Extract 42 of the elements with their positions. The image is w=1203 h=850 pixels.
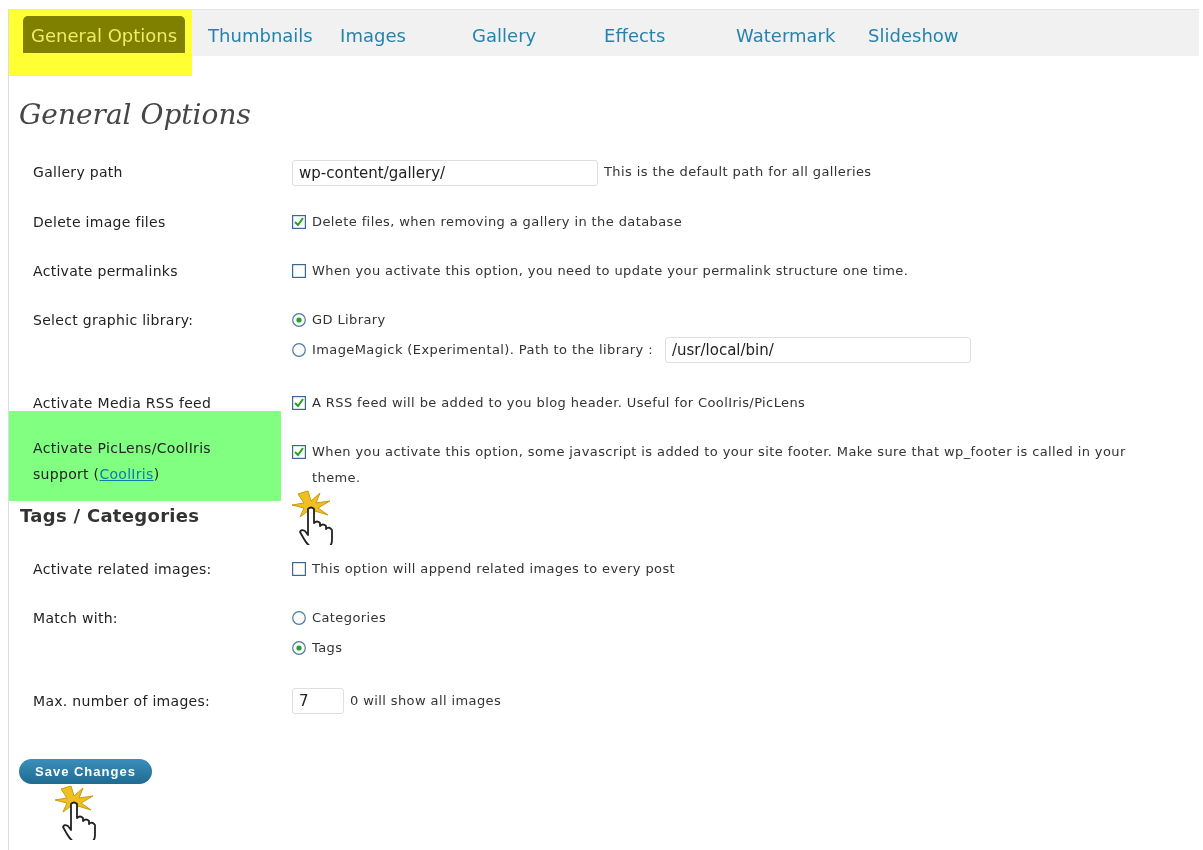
tab[interactable]: Images: [332, 16, 461, 53]
help-text: This is the default path for all galleries: [604, 164, 872, 179]
radio-label: GD Library: [312, 310, 386, 329]
field-label: Match with:: [33, 609, 118, 626]
field-label: Activate related images:: [33, 560, 212, 577]
checkbox-label: When you activate this option, you need to update your permalink structure one time.: [312, 261, 909, 280]
number-field[interactable]: 7: [292, 688, 344, 714]
checkbox-label: Delete files, when removing a gallery in the database: [312, 212, 683, 231]
radio-label: Categories: [312, 608, 387, 627]
checkbox-label: When you activate this option, some javascript is added to your site footer. Make sure that wp_footer is called in your theme.: [312, 442, 1127, 487]
tab[interactable]: Effects: [596, 16, 725, 53]
field-label: Activate PicLens/CoolIris support (CoolIris): [33, 439, 211, 482]
radio-button[interactable]: [292, 610, 306, 625]
field-label: Max. number of images:: [33, 692, 211, 709]
radio-button[interactable]: [292, 312, 306, 327]
field-label: Activate Media RSS feed: [33, 394, 212, 411]
field-label: Select graphic library:: [33, 311, 194, 328]
tab[interactable]: Gallery: [464, 16, 593, 53]
checkbox[interactable]: [292, 444, 306, 459]
tab[interactable]: General Options: [23, 16, 186, 53]
field-label: Delete image files: [33, 213, 166, 230]
section-heading: Tags / Categories: [20, 504, 201, 526]
checkbox-label: A RSS feed will be added to you blog header. Useful for CoolIris/PicLens: [312, 393, 806, 412]
text-field[interactable]: wp-content/gallery/: [292, 159, 598, 186]
text-field[interactable]: /usr/local/bin/: [664, 336, 971, 363]
radio-button[interactable]: [292, 640, 306, 655]
checkbox-label: This option will append related images to every post: [312, 559, 676, 578]
tab[interactable]: Slideshow: [860, 16, 989, 53]
tab[interactable]: Watermark: [728, 16, 857, 53]
help-text: 0 will show all images: [350, 692, 502, 708]
field-label: Gallery path: [33, 164, 123, 180]
radio-label: ImageMagick (Experimental). Path to the library :: [312, 340, 653, 359]
checkbox[interactable]: [292, 395, 306, 410]
checkbox[interactable]: [292, 263, 306, 278]
radio-button[interactable]: [292, 342, 306, 357]
save-button[interactable]: Save Changes: [19, 759, 152, 784]
page-title: General Options: [19, 98, 252, 131]
radio-label: Tags: [312, 638, 343, 657]
field-label: Activate permalinks: [33, 262, 178, 279]
checkbox[interactable]: [292, 214, 306, 229]
tab[interactable]: Thumbnails: [200, 16, 329, 53]
checkbox[interactable]: [292, 561, 306, 576]
